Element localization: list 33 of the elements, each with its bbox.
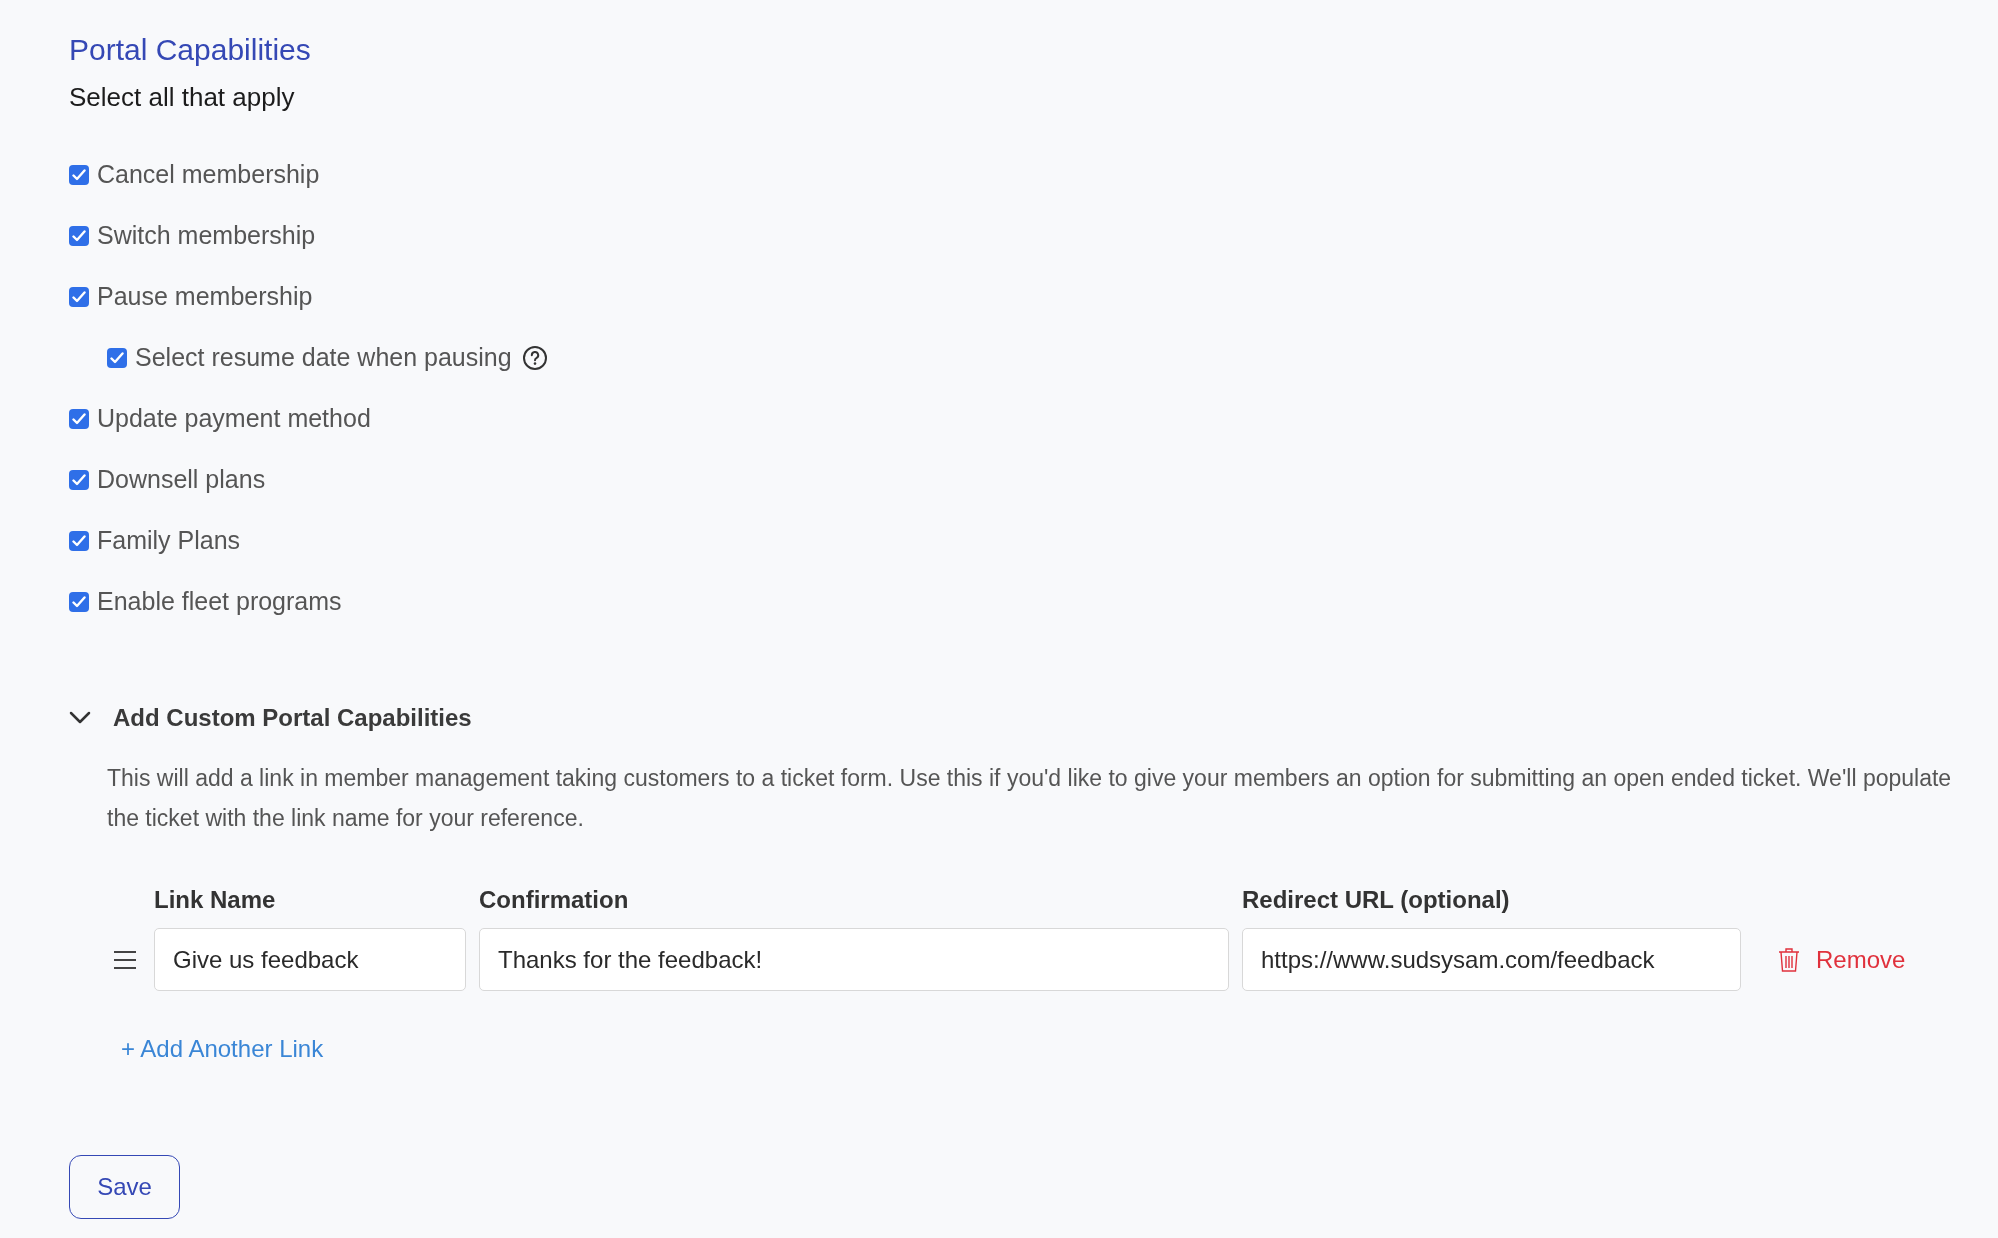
- column-header: Redirect URL (optional): [1242, 886, 1511, 915]
- redirect-url-field[interactable]: https://www.sudsysam.com/feedback: [1242, 928, 1741, 991]
- description-text: This will add a link in member management taking customers to a ticket form. Use this if you'd like to give your members an option for submitting an open ended ticket. We'll populate the ticket with the link name for your reference.: [107, 764, 1953, 833]
- checkbox[interactable]: [69, 286, 89, 307]
- add-link[interactable]: + Add Another Link: [121, 1035, 324, 1063]
- save-button[interactable]: Save: [69, 1155, 180, 1219]
- checkbox-label: Switch membership: [97, 221, 316, 250]
- checkbox-label: Downsell plans: [97, 465, 266, 494]
- remove-button[interactable]: Remove: [1754, 945, 1978, 974]
- checkbox-label: Pause membership: [97, 282, 313, 311]
- column-header: Link Name: [154, 886, 277, 915]
- checkbox[interactable]: [69, 164, 89, 185]
- confirmation-field[interactable]: Thanks for the feedback!: [479, 928, 1229, 991]
- section-title: Portal Capabilities: [69, 32, 312, 68]
- checkbox[interactable]: [69, 469, 89, 490]
- checkbox-label: Family Plans: [97, 526, 241, 555]
- checkbox-label: Cancel membership: [97, 160, 320, 189]
- checkbox-label: Enable fleet programs: [97, 587, 342, 616]
- checkbox[interactable]: [69, 408, 89, 429]
- checkbox-label: Update payment method: [97, 404, 371, 433]
- help-icon[interactable]: [521, 344, 548, 371]
- chevron-icon[interactable]: [69, 711, 91, 725]
- drag-handle-icon[interactable]: [113, 949, 137, 970]
- collapsible-title[interactable]: Add Custom Portal Capabilities: [113, 704, 472, 732]
- checkbox[interactable]: [69, 530, 89, 551]
- checkbox[interactable]: [107, 347, 127, 368]
- checkbox[interactable]: [69, 225, 89, 246]
- section-subtitle: Select all that apply: [69, 81, 296, 114]
- checkbox[interactable]: [69, 591, 89, 612]
- column-header: Confirmation: [479, 886, 630, 915]
- trash-icon: [1778, 946, 1800, 973]
- link-name-field[interactable]: Give us feedback: [154, 928, 466, 991]
- checkbox-label: Select resume date when pausing: [135, 343, 512, 372]
